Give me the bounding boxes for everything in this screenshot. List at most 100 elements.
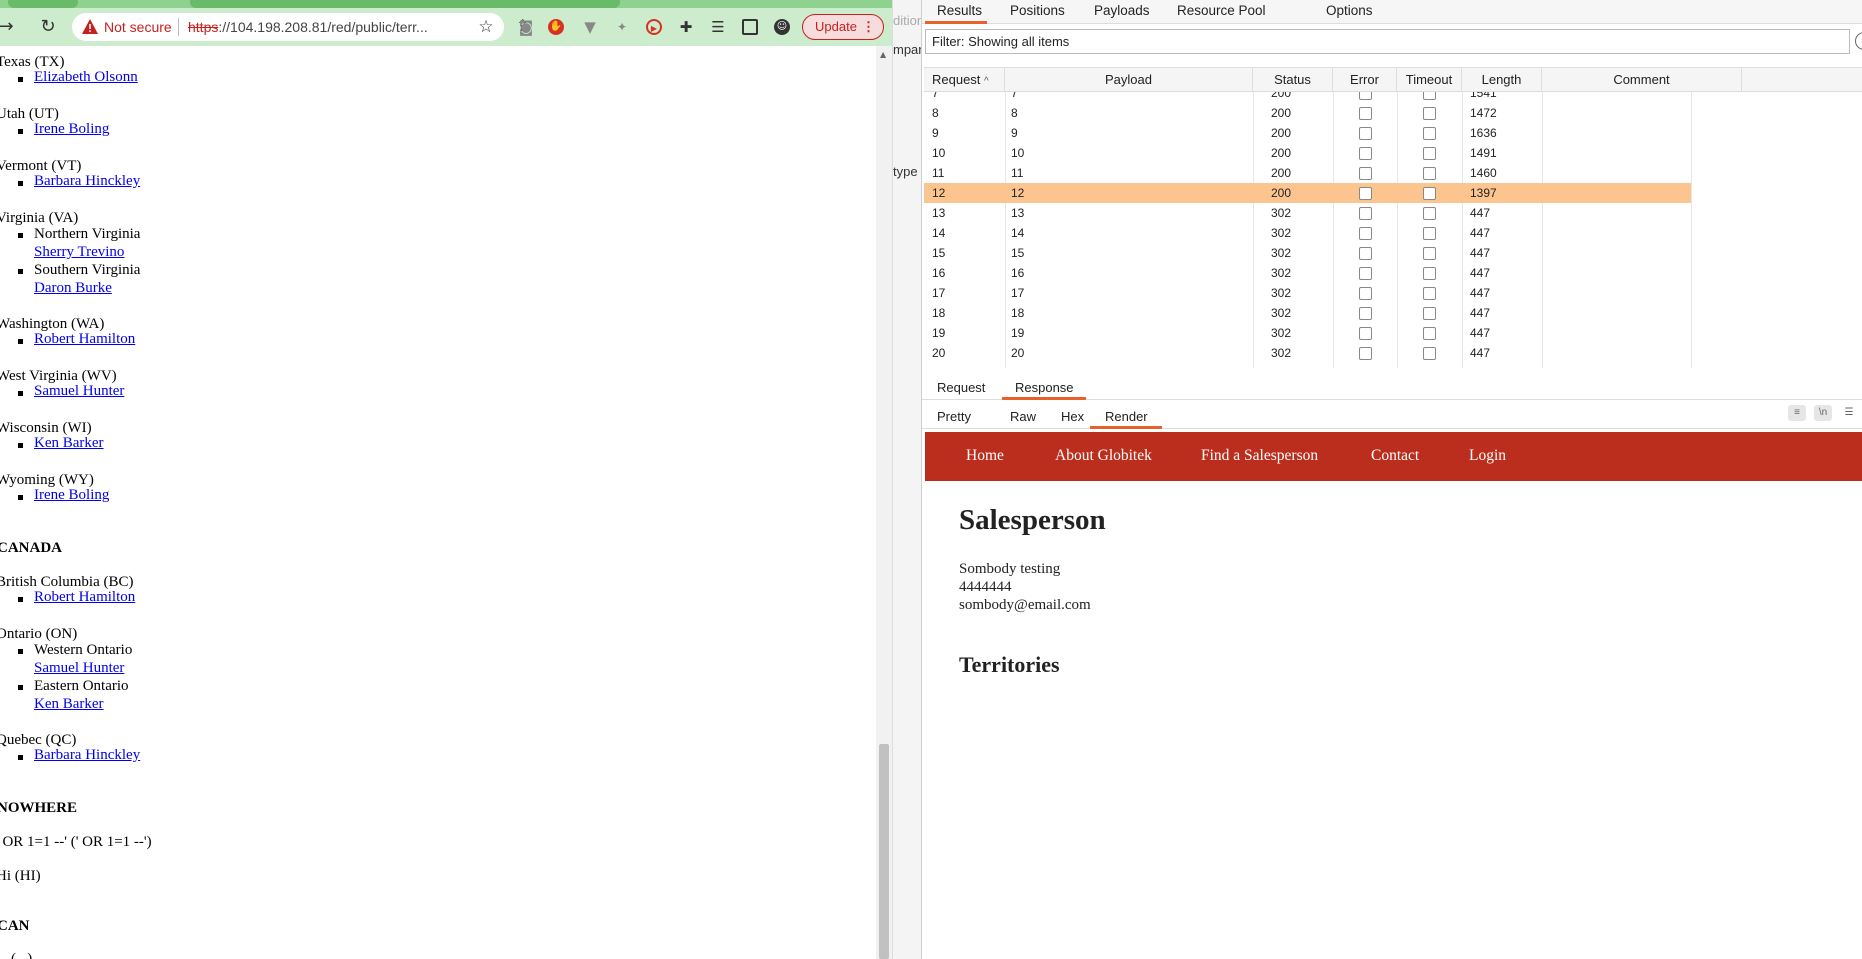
nav-login[interactable]: Login [1469, 447, 1506, 465]
puzzle-extensions-icon[interactable]: ✚ [678, 19, 694, 35]
table-row[interactable]: 8 8 200 1472 [924, 103, 1691, 123]
col-timeout[interactable]: Timeout [1397, 68, 1462, 92]
nav-find-salesperson[interactable]: Find a Salesperson [1201, 447, 1318, 465]
timeout-checkbox[interactable] [1423, 147, 1436, 160]
salesperson-link[interactable]: Barbara Hinckley [34, 173, 140, 190]
tab-results[interactable]: Results [937, 3, 982, 18]
more-menu-icon[interactable]: ⋮ [862, 15, 875, 39]
salesperson-link[interactable]: Elizabeth Olsonn [34, 69, 138, 86]
table-row[interactable]: 13 13 302 447 [924, 203, 1691, 223]
timeout-checkbox[interactable] [1423, 167, 1436, 180]
sparkle-extension-icon[interactable]: ✦ [614, 19, 630, 35]
menu-icon[interactable]: ☰ [1840, 405, 1858, 421]
update-button[interactable]: Update ⋮ [802, 14, 884, 40]
error-checkbox[interactable] [1359, 92, 1372, 100]
col-status[interactable]: Status [1253, 68, 1333, 92]
salesperson-link[interactable]: Samuel Hunter [34, 383, 124, 400]
salesperson-link[interactable]: Ken Barker [34, 435, 104, 452]
error-checkbox[interactable] [1359, 167, 1372, 180]
tab-render[interactable]: Render [1105, 409, 1148, 424]
table-row[interactable]: 17 17 302 447 [924, 283, 1691, 303]
timeout-checkbox[interactable] [1423, 327, 1436, 340]
timeout-checkbox[interactable] [1423, 267, 1436, 280]
timeout-checkbox[interactable] [1423, 107, 1436, 120]
media-queue-icon[interactable]: ☰ [710, 19, 726, 35]
browser-tab[interactable] [8, 0, 78, 8]
salesperson-link[interactable]: Barbara Hinckley [34, 747, 140, 764]
nav-contact[interactable]: Contact [1371, 447, 1419, 465]
table-row[interactable]: 19 19 302 447 [924, 323, 1691, 343]
wrap-lines-icon[interactable]: ≡ [1788, 405, 1806, 421]
nav-home[interactable]: Home [966, 447, 1004, 465]
timeout-checkbox[interactable] [1423, 347, 1436, 360]
camera-extension-icon[interactable]: ◙ [518, 19, 534, 35]
tab-resource-pool[interactable]: Resource Pool [1177, 3, 1266, 18]
tab-payloads[interactable]: Payloads [1094, 3, 1150, 18]
error-checkbox[interactable] [1359, 307, 1372, 320]
bookmark-star-icon[interactable]: ☆ [476, 17, 496, 37]
timeout-checkbox[interactable] [1423, 247, 1436, 260]
col-request[interactable]: Request ^ [924, 68, 1005, 92]
filter-bar[interactable]: Filter: Showing all items [925, 29, 1850, 54]
v-extension-icon[interactable]: ▼ [582, 19, 598, 35]
timeout-checkbox[interactable] [1423, 127, 1436, 140]
error-checkbox[interactable] [1359, 187, 1372, 200]
timeout-checkbox[interactable] [1423, 207, 1436, 220]
salesperson-link[interactable]: Robert Hamilton [34, 331, 135, 348]
salesperson-link[interactable]: Robert Hamilton [34, 589, 135, 606]
table-row[interactable]: 14 14 302 447 [924, 223, 1691, 243]
salesperson-link[interactable]: Samuel Hunter [34, 660, 124, 677]
col-error[interactable]: Error [1333, 68, 1397, 92]
table-row[interactable]: 9 9 200 1636 [924, 123, 1691, 143]
not-secure-label[interactable]: Not secure [104, 19, 172, 35]
timeout-checkbox[interactable] [1423, 307, 1436, 320]
salesperson-link[interactable]: Daron Burke [34, 280, 112, 297]
timeout-checkbox[interactable] [1423, 92, 1436, 100]
tab-positions[interactable]: Positions [1010, 3, 1065, 18]
table-row[interactable]: 20 20 302 447 [924, 343, 1691, 363]
table-row[interactable]: 11 11 200 1460 [924, 163, 1691, 183]
stop-extension-icon[interactable]: ✋ [548, 19, 564, 35]
side-panel-icon[interactable] [742, 19, 758, 35]
table-row[interactable]: 10 10 200 1491 [924, 143, 1691, 163]
timeout-checkbox[interactable] [1423, 227, 1436, 240]
reload-icon[interactable]: ↻ [38, 17, 58, 37]
table-row[interactable]: 7 7 200 1541 [924, 92, 1691, 103]
help-icon[interactable] [1855, 32, 1862, 50]
timeout-checkbox[interactable] [1423, 287, 1436, 300]
error-checkbox[interactable] [1359, 207, 1372, 220]
salesperson-link[interactable]: Irene Boling [34, 121, 109, 138]
error-checkbox[interactable] [1359, 347, 1372, 360]
profile-avatar-icon[interactable]: ☺ [774, 19, 790, 35]
nav-about[interactable]: About Globitek [1055, 447, 1152, 465]
tab-response[interactable]: Response [1015, 380, 1074, 395]
page-scrollbar[interactable]: ▲ [876, 46, 892, 959]
tab-hex[interactable]: Hex [1061, 409, 1084, 424]
newline-toggle-icon[interactable]: \n [1814, 405, 1832, 421]
error-checkbox[interactable] [1359, 147, 1372, 160]
table-row[interactable]: 12 12 200 1397 [924, 183, 1691, 203]
record-extension-icon[interactable]: ▶ [646, 19, 662, 35]
scroll-up-icon[interactable]: ▲ [880, 50, 886, 59]
error-checkbox[interactable] [1359, 247, 1372, 260]
error-checkbox[interactable] [1359, 287, 1372, 300]
tab-request[interactable]: Request [937, 380, 985, 395]
salesperson-link[interactable]: Irene Boling [34, 487, 109, 504]
col-length[interactable]: Length [1462, 68, 1542, 92]
error-checkbox[interactable] [1359, 127, 1372, 140]
salesperson-link[interactable]: Sherry Trevino [34, 244, 124, 261]
address-bar[interactable]: Not secure https://104.198.208.81/red/pu… [72, 13, 529, 41]
error-checkbox[interactable] [1359, 227, 1372, 240]
table-row[interactable]: 16 16 302 447 [924, 263, 1691, 283]
tab-options[interactable]: Options [1326, 3, 1373, 18]
salesperson-link[interactable]: Ken Barker [34, 696, 104, 713]
tab-pretty[interactable]: Pretty [937, 409, 971, 424]
timeout-checkbox[interactable] [1423, 187, 1436, 200]
tab-raw[interactable]: Raw [1010, 409, 1036, 424]
url-text[interactable]: https://104.198.208.81/red/public/terr..… [188, 19, 428, 35]
sort-asc-icon[interactable]: ^ [984, 76, 989, 87]
col-payload[interactable]: Payload [1005, 68, 1253, 92]
browser-tab-active[interactable] [190, 0, 620, 8]
table-row[interactable]: 18 18 302 447 [924, 303, 1691, 323]
col-comment[interactable]: Comment [1542, 68, 1742, 92]
